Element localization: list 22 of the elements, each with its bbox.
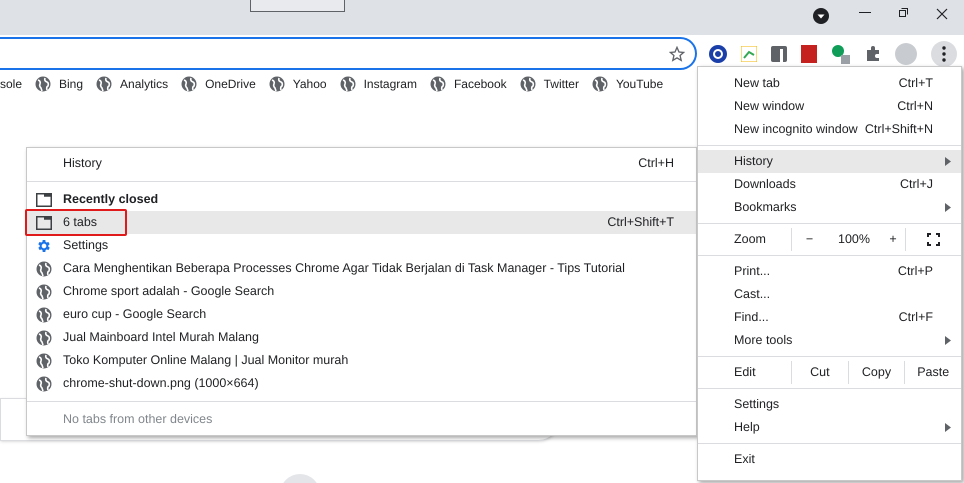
shortcut-label: Ctrl+J xyxy=(900,176,933,194)
shortcut-label: Ctrl+H xyxy=(638,155,674,172)
menu-item-label: Zoom xyxy=(733,231,767,248)
menu-item-label: Cara Menghentikan Beberapa Processes Chrome Agar Tidak Berjalan di Task Manager - Tips Tutorial xyxy=(63,260,625,278)
menu-item-label: euro cup - Google Search xyxy=(63,306,206,324)
menu-item-label: History xyxy=(63,155,102,172)
menu-item-label: Jual Mainboard Intel Murah Malang xyxy=(63,329,259,346)
shortcut-label: Ctrl+F xyxy=(898,309,933,326)
menu-item-label: No tabs from other devices xyxy=(63,411,212,428)
shortcut-label: Ctrl+N xyxy=(897,98,933,116)
shortcut-label: Ctrl+T xyxy=(898,75,933,92)
shortcut-label: Ctrl+Shift+T xyxy=(607,214,674,232)
menu-item-label: chrome-shut-down.png (1000×664) xyxy=(63,375,259,392)
menu-item-label: Settings xyxy=(63,237,108,254)
zoom-level: 100% xyxy=(837,231,871,248)
menu-item-label: 6 tabs xyxy=(63,214,98,232)
menu-item-label: Recently closed xyxy=(63,191,158,208)
menu-item-label: Edit xyxy=(733,364,757,382)
menu-item-label: Chrome sport adalah - Google Search xyxy=(63,283,274,300)
shortcut-label: Ctrl+Shift+N xyxy=(864,121,933,138)
menu-item-label: Toko Komputer Online Malang | Jual Monitor murah xyxy=(63,352,348,370)
shortcut-label: Ctrl+P xyxy=(898,263,933,280)
